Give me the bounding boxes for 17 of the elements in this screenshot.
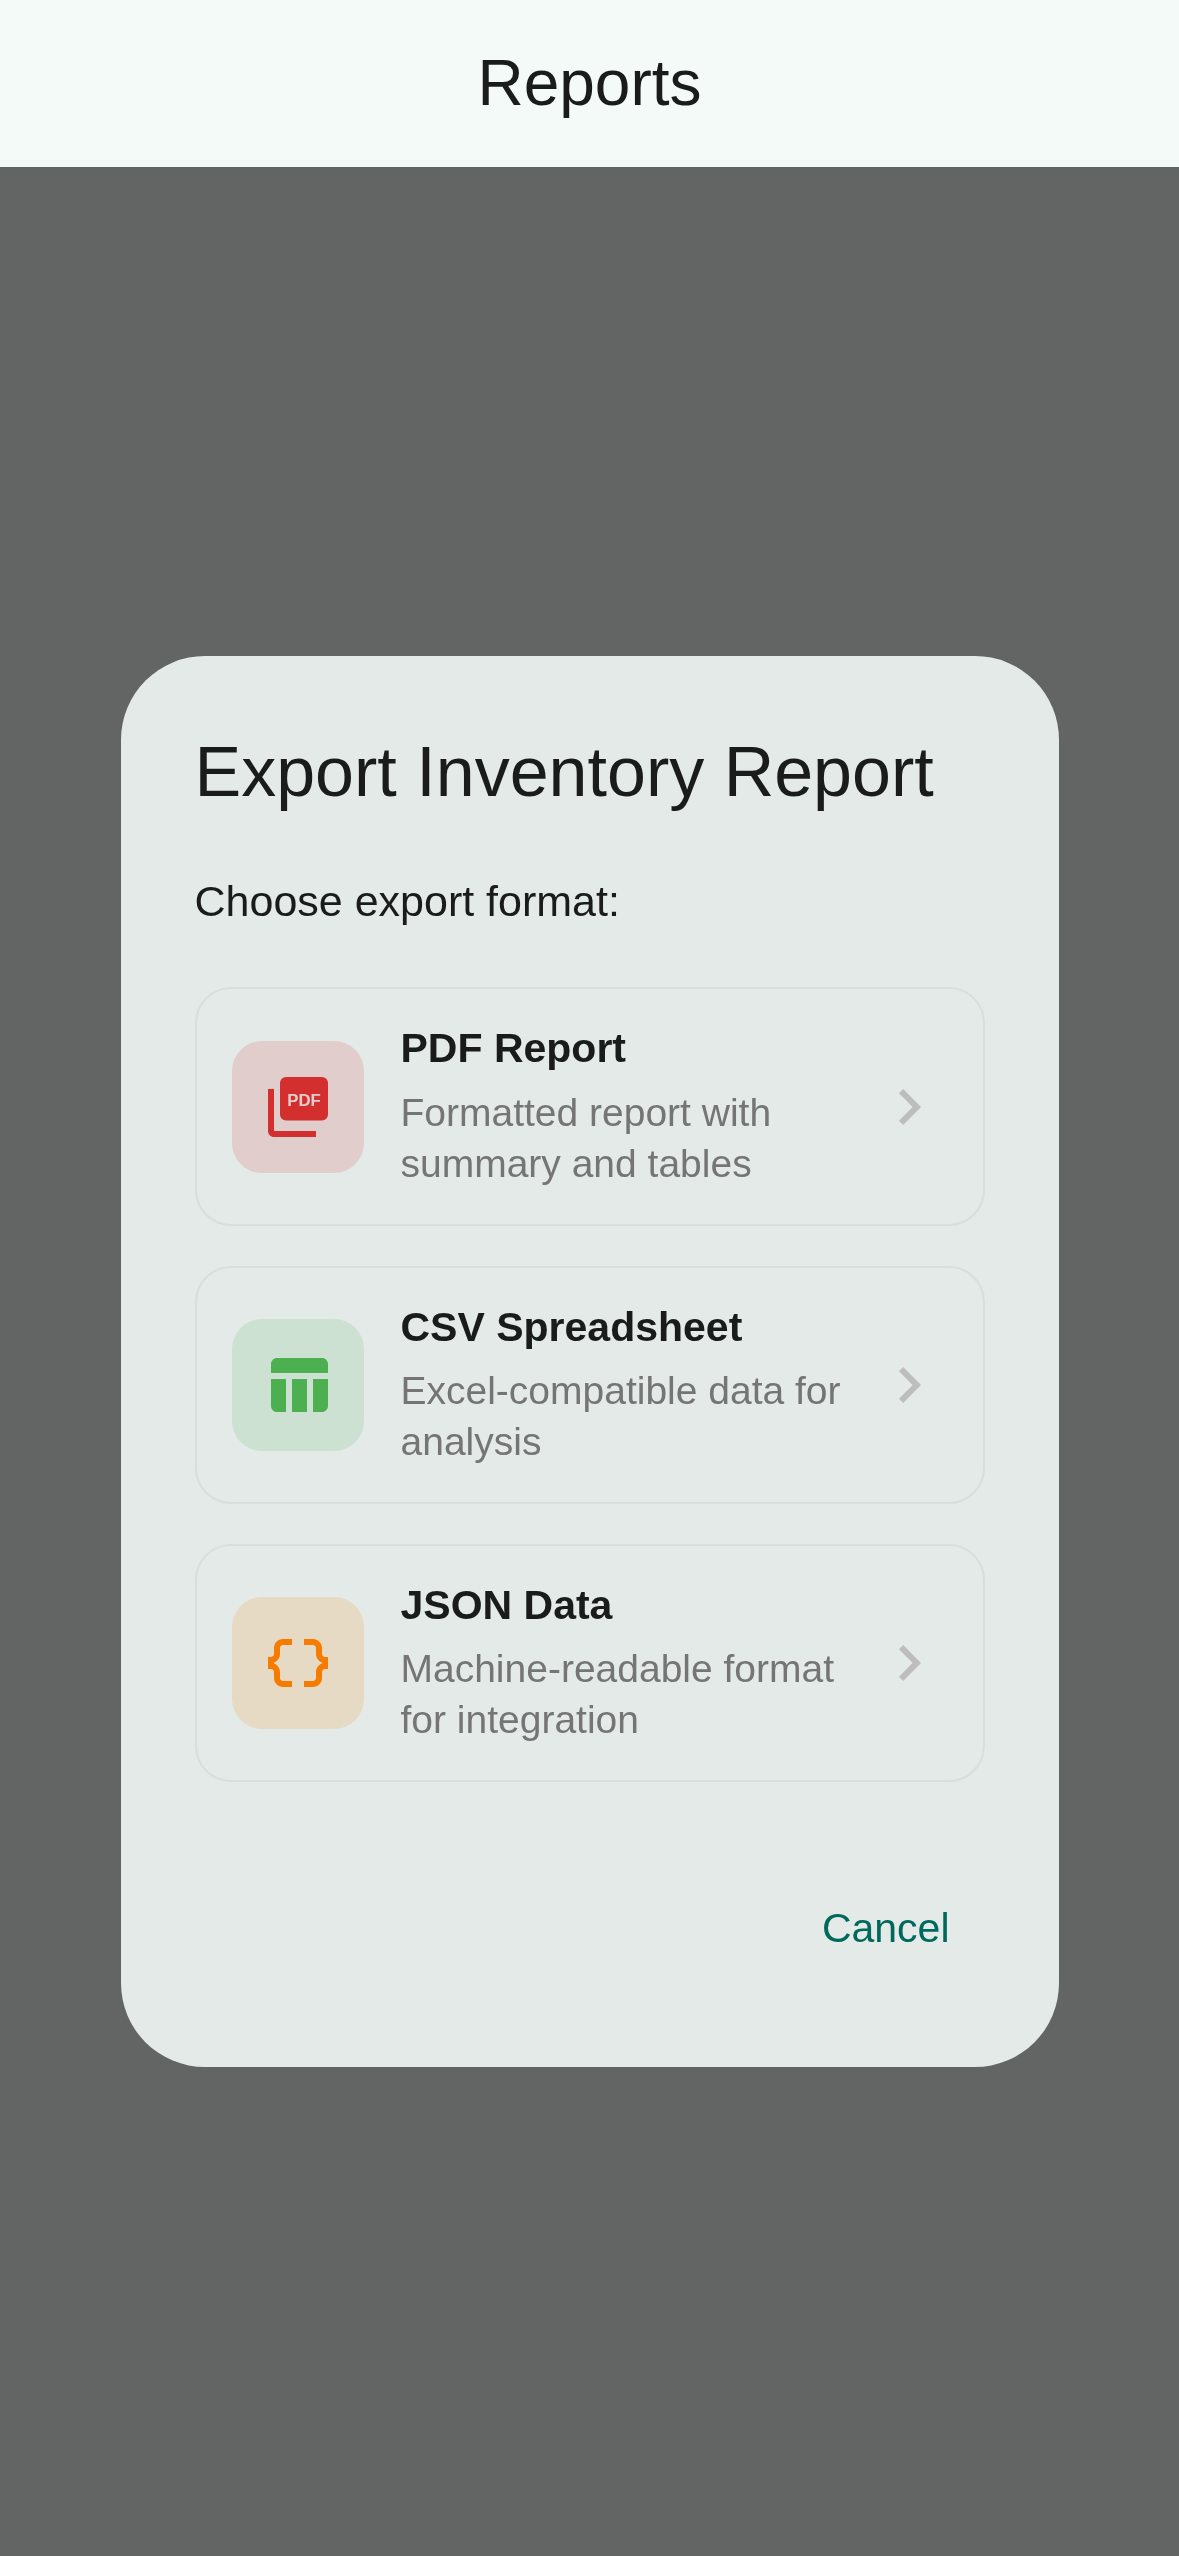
option-description: Machine-readable format for integration bbox=[400, 1646, 836, 1743]
option-title: JSON Data bbox=[400, 1580, 614, 1630]
chevron-right-icon bbox=[898, 1644, 921, 1681]
cancel-button[interactable]: Cancel bbox=[785, 1874, 986, 1984]
option-description: Excel-compatible data for analysis bbox=[400, 1367, 842, 1465]
export-option-card[interactable]: PDF PDF Report Formatted report with summary and tables bbox=[194, 987, 985, 1226]
pdf-file-icon: PDF bbox=[231, 1040, 364, 1173]
export-option-card[interactable]: CSV Spreadsheet Excel-compatible data for analysis bbox=[194, 1265, 985, 1504]
export-option-card[interactable]: JSON Data Machine-readable format for integration bbox=[194, 1543, 985, 1782]
option-title: PDF Report bbox=[400, 1024, 627, 1074]
option-description: Formatted report with summary and tables bbox=[400, 1089, 773, 1187]
dialog-message: Choose export format: bbox=[194, 875, 621, 927]
chevron-right-icon bbox=[898, 1088, 921, 1125]
dialog-title: Export Inventory Report bbox=[194, 731, 935, 813]
chevron-right-icon bbox=[898, 1366, 921, 1403]
screen-title: Reports bbox=[477, 46, 702, 122]
option-title: CSV Spreadsheet bbox=[400, 1302, 744, 1352]
